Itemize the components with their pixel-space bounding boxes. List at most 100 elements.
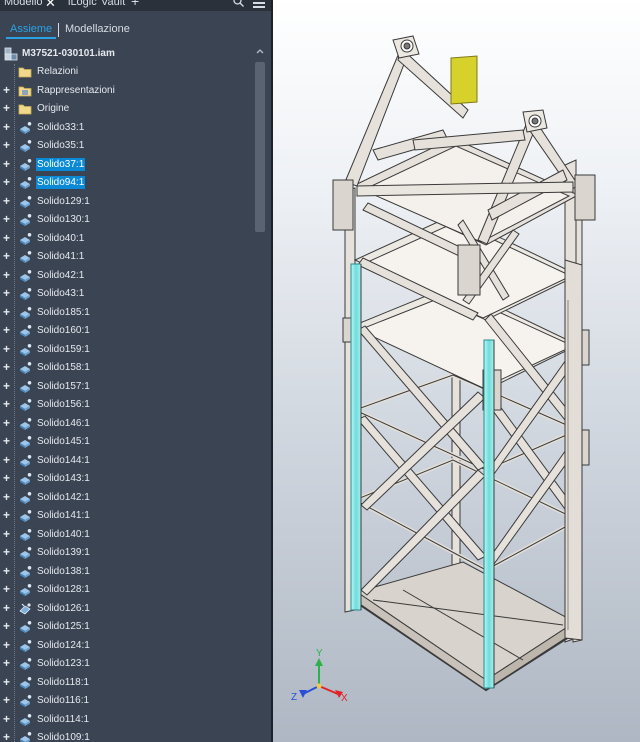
expand-icon[interactable]: +	[3, 676, 10, 688]
tree-item[interactable]: + Solido116:1	[0, 692, 262, 710]
tree-item[interactable]: + Solido138:1	[0, 563, 262, 581]
expand-icon[interactable]: +	[3, 602, 10, 614]
tab-vault[interactable]: Vault	[101, 0, 125, 8]
expand-icon[interactable]: +	[3, 583, 10, 595]
tree-item[interactable]: + Solido143:1	[0, 470, 262, 488]
expand-icon[interactable]: +	[3, 509, 10, 521]
subtab-assieme[interactable]: Assieme	[6, 23, 57, 39]
tree-item[interactable]: + Solido126:1	[0, 600, 262, 618]
tree-item[interactable]: + Solido94:1	[0, 174, 262, 192]
tree-item[interactable]: + Solido185:1	[0, 304, 262, 322]
tree-item[interactable]: + Solido145:1	[0, 433, 262, 451]
browser-scrollbar[interactable]	[253, 44, 267, 742]
part-icon	[20, 473, 32, 485]
expand-icon[interactable]: +	[3, 491, 10, 503]
tree-item[interactable]: + Solido33:1	[0, 119, 262, 137]
scroll-up-icon[interactable]	[255, 46, 265, 56]
tree-item-label: Solido118:1	[37, 676, 90, 688]
expand-icon[interactable]: +	[3, 620, 10, 632]
tree-item[interactable]: + Solido139:1	[0, 544, 262, 562]
expand-icon[interactable]: +	[3, 454, 10, 466]
expand-icon[interactable]: +	[3, 639, 10, 651]
expand-icon[interactable]: +	[3, 250, 10, 262]
expand-icon[interactable]: +	[3, 565, 10, 577]
close-tab-icon[interactable]: ✕	[45, 0, 56, 11]
tree-root[interactable]: M37521-030101.iam	[0, 45, 262, 63]
tab-modello[interactable]: Modello	[4, 0, 43, 8]
tree-item[interactable]: + Solido35:1	[0, 137, 262, 155]
tree-item[interactable]: + Solido42:1	[0, 267, 262, 285]
tree-item[interactable]: + Solido41:1	[0, 248, 262, 266]
tree-item[interactable]: + Solido144:1	[0, 452, 262, 470]
tree-item[interactable]: + Solido43:1	[0, 285, 262, 303]
expand-icon[interactable]: +	[3, 731, 10, 742]
tree-item[interactable]: + Solido129:1	[0, 193, 262, 211]
tree-item[interactable]: + Solido124:1	[0, 637, 262, 655]
tree-item[interactable]: + Solido37:1	[0, 156, 262, 174]
expand-icon[interactable]: +	[3, 232, 10, 244]
expand-icon[interactable]: +	[3, 398, 10, 410]
tree-item[interactable]: Relazioni	[0, 63, 262, 81]
graphics-viewport[interactable]: Y X Z	[273, 0, 640, 742]
expand-icon[interactable]: +	[3, 472, 10, 484]
part-icon	[20, 547, 32, 559]
tree-item[interactable]: + Solido118:1	[0, 674, 262, 692]
add-tab-icon[interactable]: +	[131, 0, 139, 9]
tree-item[interactable]: + Solido123:1	[0, 655, 262, 673]
expand-icon[interactable]: +	[3, 269, 10, 281]
expand-icon[interactable]: +	[3, 139, 10, 151]
part-icon	[20, 491, 32, 504]
tree-item[interactable]: + Solido157:1	[0, 378, 262, 396]
scrollbar-thumb[interactable]	[255, 62, 265, 232]
tree-item[interactable]: + Solido141:1	[0, 507, 262, 525]
expand-icon[interactable]: +	[3, 694, 10, 706]
tree-item-label: Solido109:1	[37, 732, 90, 742]
expand-icon[interactable]: +	[3, 380, 10, 392]
expand-icon[interactable]: +	[3, 528, 10, 540]
tower-frame-model[interactable]: Y X Z	[273, 0, 640, 742]
expand-icon[interactable]: +	[3, 546, 10, 558]
expand-icon[interactable]: +	[3, 324, 10, 336]
tree-item[interactable]: + Solido140:1	[0, 526, 262, 544]
expand-icon[interactable]: +	[3, 121, 10, 133]
expand-icon[interactable]: +	[3, 343, 10, 355]
tree-item[interactable]: + Solido156:1	[0, 396, 262, 414]
expand-icon[interactable]: +	[3, 195, 10, 207]
tree-item[interactable]: + Rappresentazioni	[0, 82, 262, 100]
tree-item[interactable]: + Solido130:1	[0, 211, 262, 229]
tree-item[interactable]: + Solido128:1	[0, 581, 262, 599]
expand-icon[interactable]: +	[3, 361, 10, 373]
tree-item[interactable]: + Solido158:1	[0, 359, 262, 377]
tab-ilogic[interactable]: iLogic	[68, 0, 97, 8]
expand-icon[interactable]: +	[3, 287, 10, 299]
expand-icon[interactable]: +	[3, 417, 10, 429]
tree-item[interactable]: + Solido125:1	[0, 618, 262, 636]
tree-item[interactable]: + Solido159:1	[0, 341, 262, 359]
expand-icon[interactable]: +	[3, 713, 10, 725]
part-icon	[20, 380, 32, 393]
tree-item[interactable]: + Origine	[0, 100, 262, 118]
tree-item[interactable]: + Solido142:1	[0, 489, 262, 507]
expand-icon[interactable]: +	[3, 84, 10, 96]
expand-icon[interactable]: +	[3, 657, 10, 669]
menu-icon[interactable]	[253, 0, 265, 8]
expand-icon[interactable]: +	[3, 435, 10, 447]
tree-item[interactable]: + Solido40:1	[0, 230, 262, 248]
tree-item-label: Solido114:1	[37, 713, 90, 725]
expand-icon[interactable]: +	[3, 102, 10, 114]
tree-item-label: Solido33:1	[37, 121, 85, 133]
tree-item[interactable]: + Solido114:1	[0, 711, 262, 729]
search-icon[interactable]	[233, 0, 244, 7]
tree-item-label: Solido37:1	[36, 157, 86, 171]
tree-item-label: Solido125:1	[37, 621, 90, 632]
part-icon	[20, 454, 32, 467]
expand-icon[interactable]: +	[3, 176, 10, 188]
expand-icon[interactable]: +	[3, 306, 10, 318]
expand-icon[interactable]: +	[3, 213, 10, 225]
folder-icon	[18, 104, 32, 115]
subtab-modellazione[interactable]: Modellazione	[65, 23, 130, 35]
tree-item[interactable]: + Solido146:1	[0, 415, 262, 433]
tree-item[interactable]: + Solido109:1	[0, 729, 262, 742]
expand-icon[interactable]: +	[3, 158, 10, 170]
tree-item[interactable]: + Solido160:1	[0, 322, 262, 340]
